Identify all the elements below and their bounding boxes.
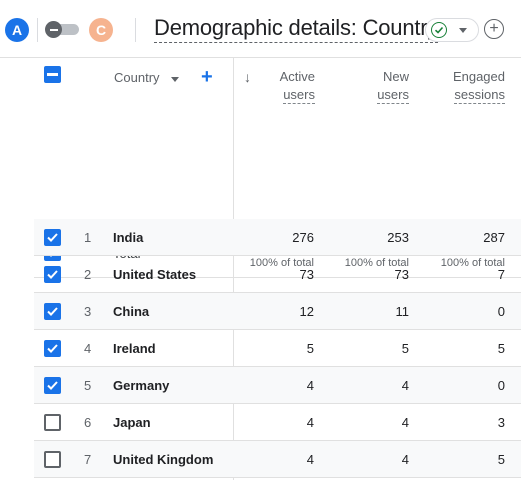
row-checkbox[interactable]	[44, 340, 61, 357]
row-checkbox[interactable]	[44, 377, 61, 394]
table-row[interactable]: 4 Ireland 5 5 5	[34, 330, 521, 367]
new-users-value: 5	[401, 341, 409, 356]
divider	[135, 18, 136, 42]
country-name[interactable]: United Kingdom	[113, 452, 213, 467]
metric-header-engaged-sessions[interactable]: Engaged sessions	[439, 68, 505, 104]
toggle-knob	[45, 21, 62, 38]
data-table: Country + ↓ Active users New users Engag…	[34, 58, 521, 480]
engaged-sessions-value: 7	[497, 267, 505, 282]
metric-header-active-users[interactable]: Active users	[260, 68, 315, 104]
plus-icon: +	[489, 20, 499, 37]
row-checkbox[interactable]	[44, 451, 61, 468]
row-checkbox[interactable]	[44, 229, 61, 246]
active-users-value: 5	[306, 341, 314, 356]
active-users-value: 4	[306, 378, 314, 393]
active-users-value: 12	[299, 304, 314, 319]
table-row[interactable]: 7 United Kingdom 4 4 5	[34, 441, 521, 478]
country-name[interactable]: Germany	[113, 378, 169, 393]
add-dimension-button[interactable]: +	[201, 66, 213, 89]
new-users-value: 4	[401, 415, 409, 430]
active-users-value: 4	[306, 452, 314, 467]
engaged-sessions-value: 5	[497, 452, 505, 467]
row-rank: 1	[84, 230, 92, 245]
comparison-avatar-a[interactable]: A	[5, 18, 29, 42]
status-dropdown[interactable]	[425, 18, 479, 42]
country-name[interactable]: Ireland	[113, 341, 156, 356]
chevron-down-icon	[459, 28, 467, 33]
dimension-header[interactable]: Country	[114, 70, 160, 85]
row-rank: 7	[84, 452, 92, 467]
row-rank: 4	[84, 341, 92, 356]
country-name[interactable]: China	[113, 304, 149, 319]
row-rank: 6	[84, 415, 92, 430]
table-header-row: Country + ↓ Active users New users Engag…	[34, 58, 521, 218]
engaged-sessions-value: 0	[497, 304, 505, 319]
row-checkbox[interactable]	[44, 266, 61, 283]
engaged-sessions-value: 287	[483, 230, 505, 245]
new-users-value: 4	[401, 378, 409, 393]
table-row[interactable]: 2 United States 73 73 7	[34, 256, 521, 293]
divider	[37, 18, 38, 42]
comparison-avatar-c[interactable]: C	[89, 18, 113, 42]
add-comparison-button[interactable]: +	[484, 19, 504, 39]
active-users-value: 73	[299, 267, 314, 282]
row-rank: 2	[84, 267, 92, 282]
row-checkbox[interactable]	[44, 414, 61, 431]
active-users-value: 276	[292, 230, 314, 245]
new-users-value: 73	[394, 267, 409, 282]
table-row[interactable]: 6 Japan 4 4 3	[34, 404, 521, 441]
table-row[interactable]: 1 India 276 253 287	[34, 219, 521, 256]
table-row[interactable]: 3 China 12 11 0	[34, 293, 521, 330]
chevron-down-icon[interactable]	[171, 77, 179, 82]
country-name[interactable]: Japan	[113, 415, 151, 430]
select-all-checkbox[interactable]	[44, 66, 61, 83]
report-header: A C Demographic details: Country +	[0, 0, 521, 58]
engaged-sessions-value: 0	[497, 378, 505, 393]
metric-header-new-users[interactable]: New users	[354, 68, 409, 104]
row-checkbox[interactable]	[44, 303, 61, 320]
check-circle-icon	[431, 22, 447, 38]
new-users-value: 4	[401, 452, 409, 467]
new-users-value: 11	[395, 304, 410, 319]
new-users-value: 253	[387, 230, 409, 245]
comparison-toggle[interactable]	[45, 21, 79, 38]
table-row[interactable]: 5 Germany 4 4 0	[34, 367, 521, 404]
engaged-sessions-value: 3	[497, 415, 505, 430]
sort-arrow-icon[interactable]: ↓	[244, 69, 251, 85]
engaged-sessions-value: 5	[497, 341, 505, 356]
page-title[interactable]: Demographic details: Country	[154, 14, 438, 43]
active-users-value: 4	[306, 415, 314, 430]
country-name[interactable]: United States	[113, 267, 196, 282]
row-rank: 5	[84, 378, 92, 393]
country-name[interactable]: India	[113, 230, 143, 245]
row-rank: 3	[84, 304, 92, 319]
